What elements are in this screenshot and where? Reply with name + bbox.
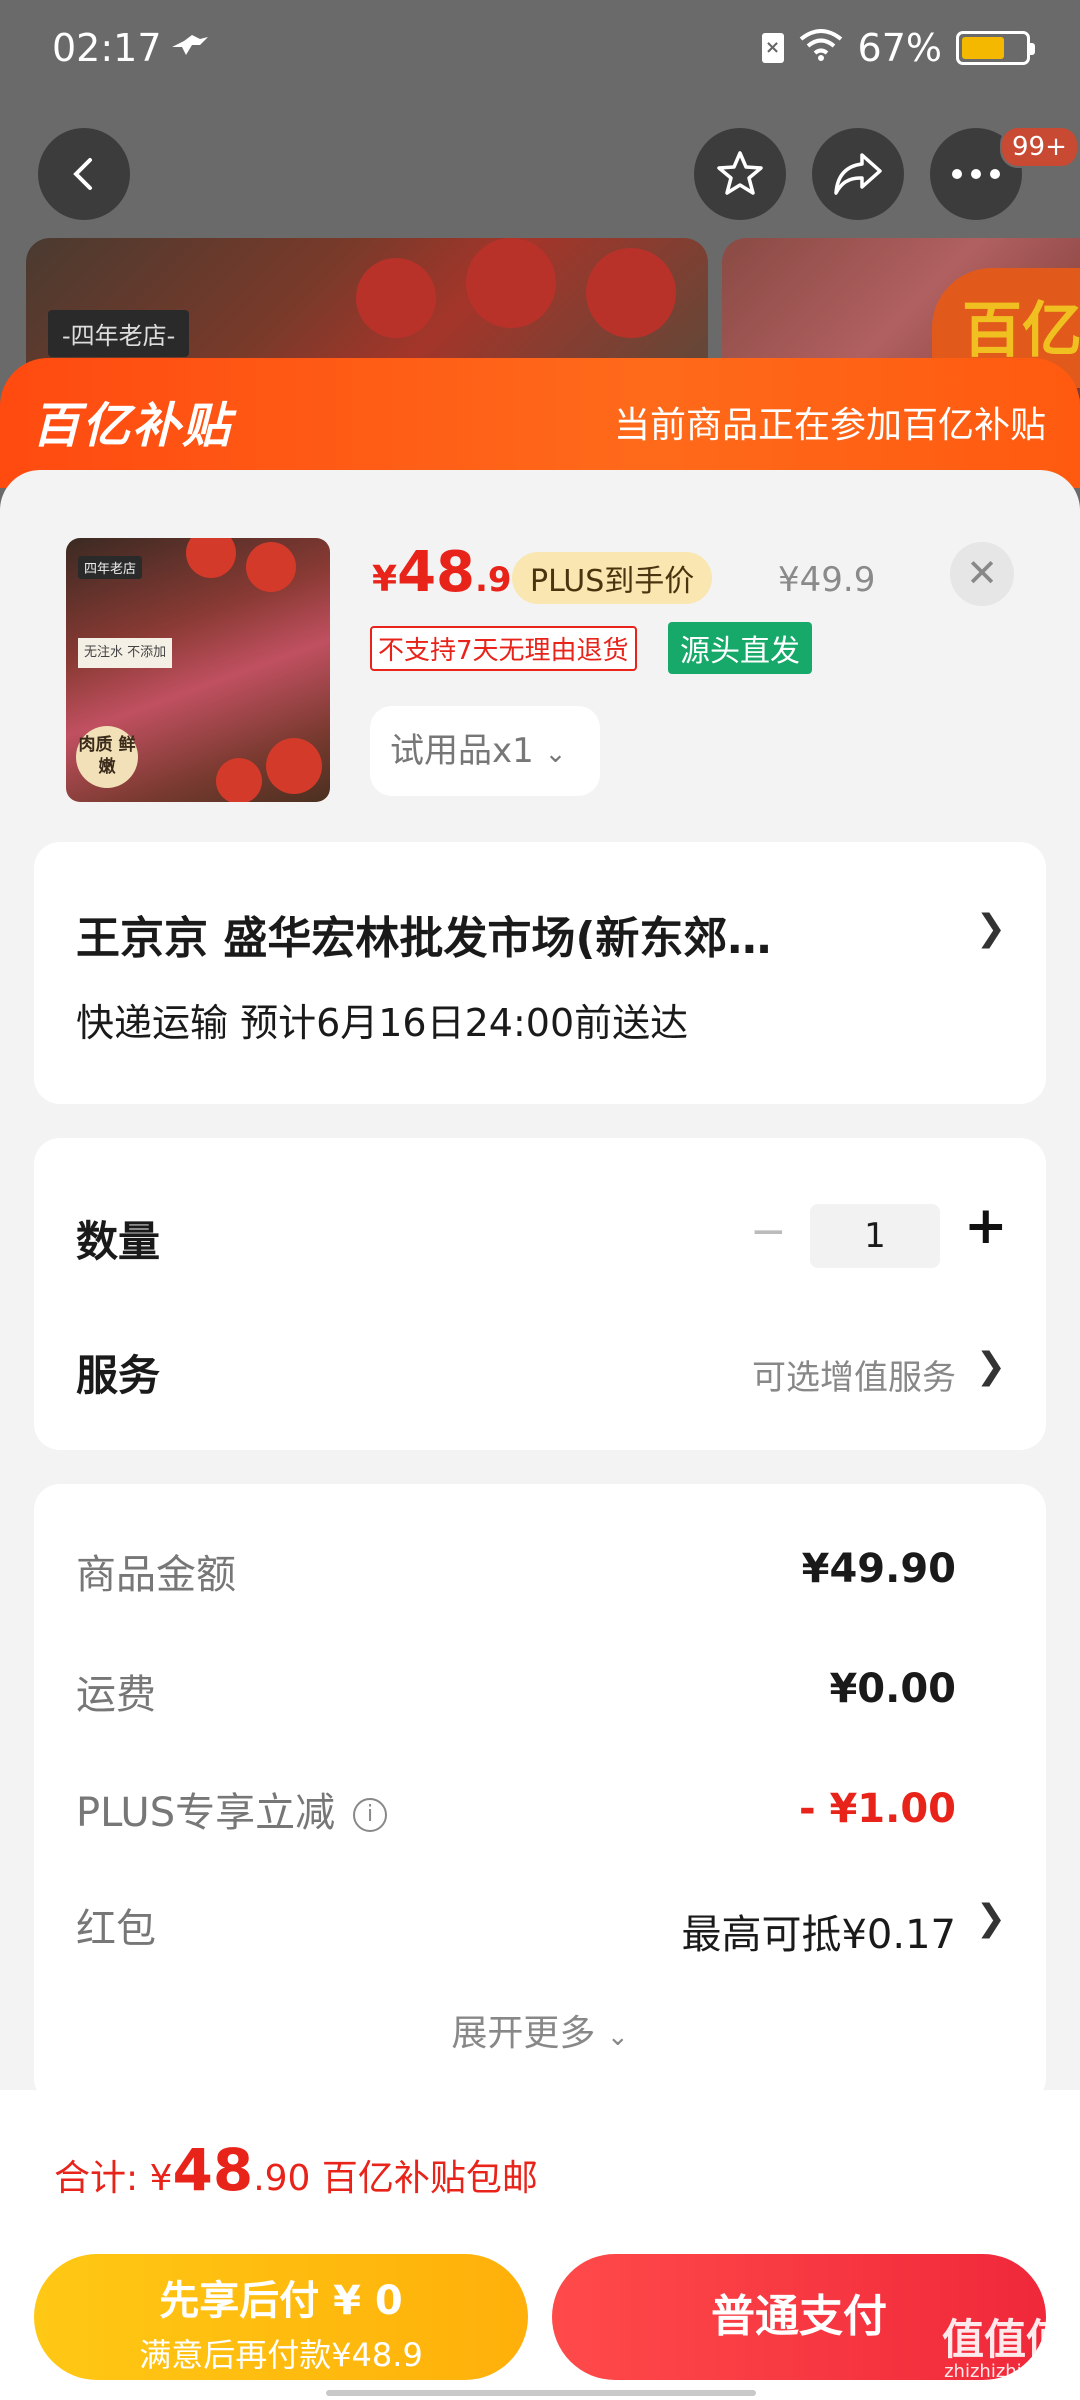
service-option-link[interactable]: 可选增值服务 (752, 1350, 956, 1399)
more-badge: 99+ (1000, 126, 1079, 168)
status-time: 02:17 (52, 26, 162, 70)
pay-later-title: 先享后付 ¥ 0 (159, 2278, 403, 2324)
total-decimal: .90 (253, 2158, 311, 2199)
address-card[interactable]: 王京京 盛华宏林批发市场(新东郊… ❯ 快递运输 预计6月16日24:00前送达 (34, 842, 1046, 1104)
battery-percent: 67% (857, 26, 942, 70)
product-thumbnail: 四年老店 无注水 不添加 肉质 鲜嫩 (66, 538, 330, 802)
quantity-input[interactable]: 1 (810, 1204, 940, 1268)
summary-value-redpacket[interactable]: 最高可抵¥0.17 (681, 1902, 956, 1960)
summary-label-plus-discount: PLUS专享立减 i (76, 1780, 388, 1838)
total-suffix: 百亿补贴包邮 (310, 2158, 538, 2199)
total-integer: 48 (172, 2136, 254, 2204)
price-integer: 48 (397, 540, 475, 605)
store-age-tag: -四年老店- (48, 310, 190, 357)
home-indicator[interactable] (326, 2390, 756, 2396)
battery-icon (956, 31, 1035, 65)
delivery-estimate: 快递运输 预计6月16日24:00前送达 (76, 1001, 689, 1045)
plus-price-tag: PLUS到手价 (512, 552, 713, 604)
order-total: 合计: ¥48.90 百亿补贴包邮 (54, 2136, 538, 2204)
chevron-right-icon: ❯ (975, 1346, 1006, 1387)
watermark: 值值值 zhizhizhi.com (942, 2318, 1068, 2382)
price-summary-card: 商品金额 ¥49.90 运费 ¥0.00 PLUS专享立减 i - ¥1.00 红… (34, 1484, 1046, 2104)
checkout-bar: 合计: ¥48.90 百亿补贴包邮 先享后付 ¥ 0 满意后再付款¥48.9 普… (0, 2090, 1080, 2400)
status-bar: 02:17 × 67% (0, 0, 1080, 100)
share-icon (834, 153, 882, 195)
no-return-tag: 不支持7天无理由退货 (370, 626, 637, 671)
pay-later-subtitle: 满意后再付款¥48.9 (139, 2336, 423, 2374)
info-icon[interactable]: i (353, 1798, 388, 1832)
chevron-down-icon: ⌄ (544, 739, 567, 769)
summary-label-goods: 商品金额 (76, 1552, 236, 1598)
source-direct-tag: 源头直发 (668, 622, 812, 674)
pay-later-button[interactable]: 先享后付 ¥ 0 满意后再付款¥48.9 (34, 2254, 528, 2380)
favorite-button[interactable] (694, 128, 786, 220)
original-price: ¥49.9 (778, 560, 876, 600)
wifi-icon (798, 26, 844, 70)
watermark-sub: zhizhizhi.com (944, 2361, 1066, 2382)
delivery-address: 王京京 盛华宏林批发市场(新东郊… (76, 913, 772, 964)
service-label: 服务 (76, 1351, 161, 1400)
back-icon (73, 158, 92, 190)
price-currency: ¥ (372, 559, 398, 600)
notification-icon (170, 30, 210, 70)
thumb-store-tag: 四年老店 (78, 556, 143, 579)
chevron-right-icon: ❯ (975, 1898, 1006, 1939)
summary-label-shipping: 运费 (76, 1672, 156, 1718)
share-button[interactable] (812, 128, 904, 220)
back-button[interactable] (38, 128, 130, 220)
plus-discount-text: PLUS专享立减 (76, 1790, 336, 1836)
quantity-decrease-button[interactable]: − (750, 1206, 787, 1257)
summary-value-plus-discount: - ¥1.00 (798, 1786, 956, 1832)
thumb-badge: 肉质 鲜嫩 (76, 726, 138, 788)
chevron-right-icon: ❯ (975, 908, 1006, 949)
close-button[interactable]: ✕ (950, 542, 1014, 606)
summary-value-shipping: ¥0.00 (829, 1666, 956, 1712)
summary-value-goods: ¥49.90 (801, 1546, 956, 1592)
star-icon (717, 151, 763, 195)
close-icon: ✕ (966, 551, 998, 595)
chevron-down-icon: ⌄ (606, 2022, 629, 2052)
watermark-text: 值值值 (941, 2315, 1068, 2364)
expand-more-label: 展开更多 (451, 2013, 596, 2054)
product-price: ¥48.9 (372, 540, 512, 605)
total-prefix: 合计: ¥ (54, 2158, 173, 2199)
summary-label-redpacket: 红包 (76, 1906, 156, 1952)
spec-selector[interactable]: 试用品x1 ⌄ (370, 706, 600, 796)
thumb-side-label: 无注水 不添加 (78, 638, 173, 668)
spec-label: 试用品x1 (390, 731, 534, 771)
subsidy-banner: 百亿补贴 当前商品正在参加百亿补贴 (0, 358, 1080, 488)
sim-icon: × (761, 33, 784, 63)
quantity-increase-button[interactable]: + (964, 1196, 1008, 1256)
subsidy-note: 当前商品正在参加百亿补贴 (613, 405, 1046, 446)
expand-more-button[interactable]: 展开更多 ⌄ (34, 2004, 1046, 2056)
subsidy-brand-logo: 百亿补贴 (32, 398, 233, 454)
more-icon (952, 169, 1000, 179)
quantity-service-card: 数量 − 1 + 服务 可选增值服务 ❯ (34, 1138, 1046, 1450)
quantity-label: 数量 (76, 1217, 161, 1266)
price-decimal: .9 (475, 560, 512, 600)
